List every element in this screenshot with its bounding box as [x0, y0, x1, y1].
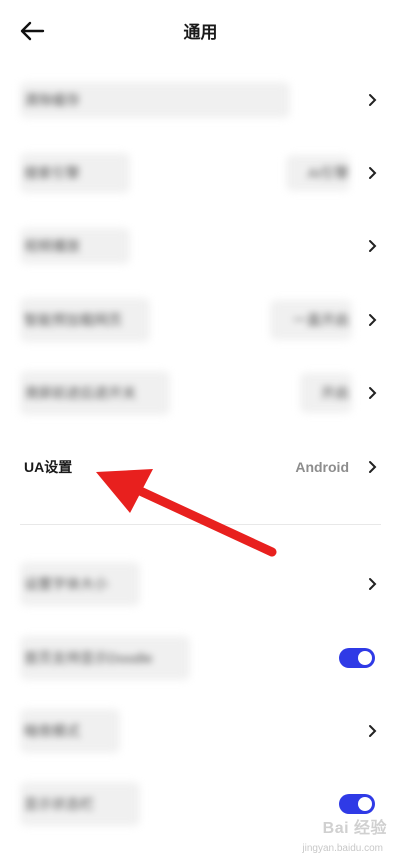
- row-label: 滑屏前进后退开关: [24, 385, 136, 401]
- page-title: 通用: [183, 23, 218, 42]
- settings-row-swipe-nav[interactable]: 滑屏前进后退开关 开启: [0, 357, 401, 429]
- chevron-right-icon: [369, 387, 377, 399]
- chevron-right-icon: [369, 578, 377, 590]
- settings-row-search-engine[interactable]: 搜索引擎 AI引擎: [0, 137, 401, 209]
- settings-row-video[interactable]: 视频播放: [0, 210, 401, 282]
- row-label: 显示状态栏: [24, 796, 94, 812]
- row-value: 一直开启: [293, 312, 349, 328]
- settings-row-clear-cache[interactable]: 清除缓存: [0, 64, 401, 136]
- chevron-right-icon: [369, 314, 377, 326]
- toggle-knob: [358, 651, 372, 665]
- status-bar-toggle[interactable]: [339, 794, 375, 814]
- row-label: 视频播放: [24, 238, 80, 254]
- row-label: 智能预加载网页: [24, 312, 122, 328]
- watermark-url: jingyan.baidu.com: [302, 843, 383, 854]
- top-bar: 通用: [0, 0, 401, 62]
- doodle-toggle[interactable]: [339, 648, 375, 668]
- settings-row-dark-mode[interactable]: 暗夜模式: [0, 695, 401, 767]
- chevron-right-icon: [369, 461, 377, 473]
- row-label: 暗夜模式: [24, 723, 80, 739]
- settings-row-ua[interactable]: UA设置 Android: [0, 431, 401, 503]
- chevron-right-icon: [369, 240, 377, 252]
- settings-row-doodle[interactable]: 首页支持显示Doodle: [0, 622, 401, 694]
- chevron-right-icon: [369, 725, 377, 737]
- row-value: AI引擎: [307, 165, 349, 181]
- row-value: 开启: [321, 385, 349, 401]
- chevron-right-icon: [369, 167, 377, 179]
- row-label: 搜索引擎: [24, 165, 80, 181]
- row-value: Android: [295, 459, 349, 475]
- row-label: 首页支持显示Doodle: [24, 650, 153, 666]
- row-label: 清除缓存: [24, 92, 80, 108]
- row-label: 设置字体大小: [24, 576, 108, 592]
- watermark-logo: Bai 经验: [322, 820, 387, 837]
- settings-row-preload[interactable]: 智能预加载网页 一直开启: [0, 284, 401, 356]
- row-label: UA设置: [24, 459, 73, 475]
- settings-row-font-size[interactable]: 设置字体大小: [0, 548, 401, 620]
- toggle-knob: [358, 797, 372, 811]
- chevron-right-icon: [369, 94, 377, 106]
- section-divider: [20, 524, 381, 525]
